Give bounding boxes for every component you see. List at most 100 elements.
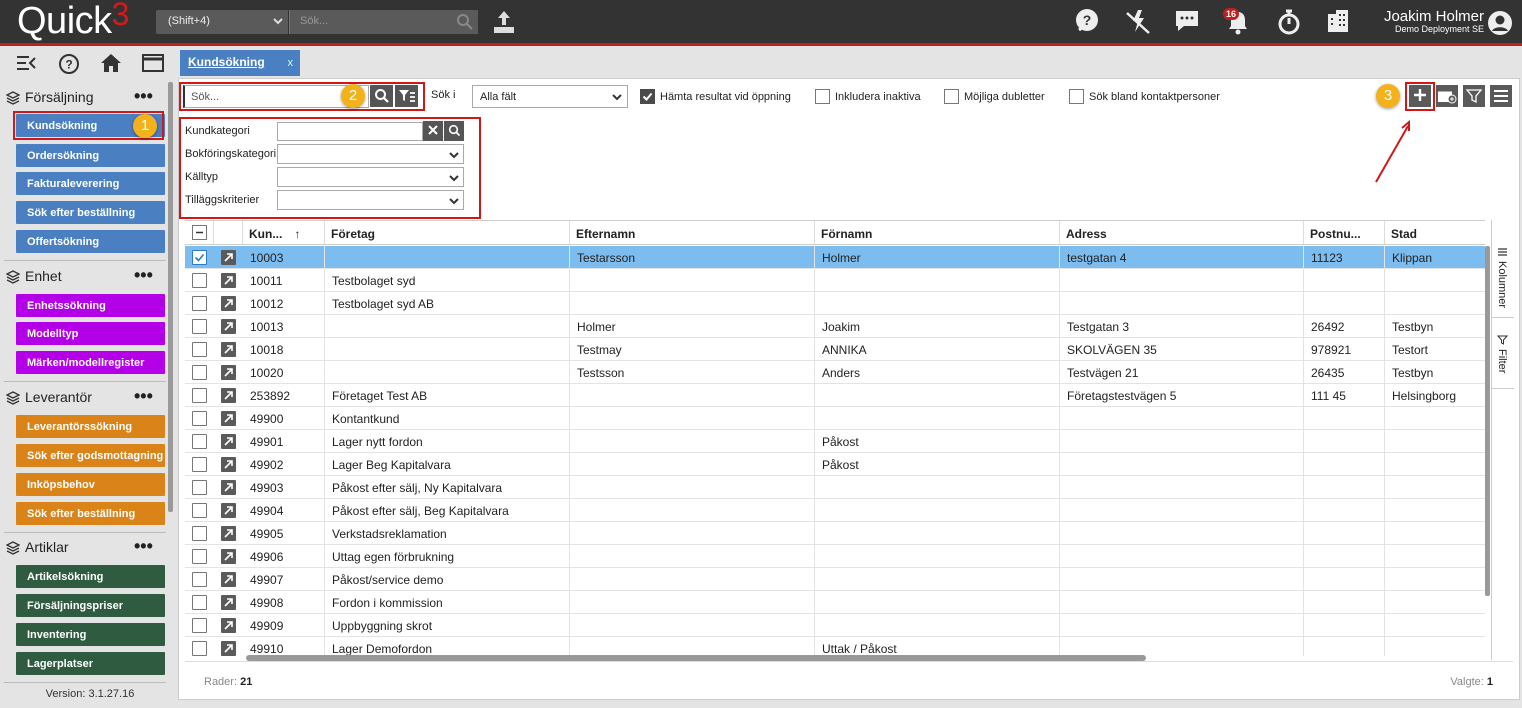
possible-duplicates-checkbox[interactable] [944,89,959,104]
row-checkbox[interactable] [192,595,207,610]
add-database-button[interactable] [1436,85,1458,107]
column-header-kundnr[interactable]: Kun... ↑ [243,221,325,245]
row-checkbox[interactable] [192,296,207,311]
open-record-icon[interactable] [221,595,236,610]
sidebar-item-inventering[interactable]: Inventering [16,623,165,646]
global-search-input[interactable]: Sök... [289,10,478,34]
table-row[interactable]: 49906 Uttag egen förbrukning [185,545,1485,568]
table-row[interactable]: 49907 Påkost/service demo [185,568,1485,591]
sidebar-item-marken-modellregister[interactable]: Märken/modellregister [16,351,165,374]
table-row[interactable]: 253892 Företaget Test AB Företagstestvägen… [185,384,1485,407]
table-row[interactable]: 49900 Kontantkund [185,407,1485,430]
row-checkbox[interactable] [192,572,207,587]
messages-icon[interactable] [1174,8,1200,34]
clear-button[interactable] [423,121,443,141]
stopwatch-icon[interactable] [1277,8,1301,36]
table-row[interactable]: 49901 Lager nytt fordon Påkost [185,430,1485,453]
sidebar-item-forsaljningspriser[interactable]: Försäljningspriser [16,594,165,617]
open-record-icon[interactable] [221,618,236,633]
table-row[interactable]: 49903 Påkost efter sälj, Ny Kapitalvara [185,476,1485,499]
more-options-icon[interactable]: ••• [134,387,153,405]
search-button[interactable] [370,85,393,107]
open-record-icon[interactable] [221,250,236,265]
add-customer-button[interactable] [1409,85,1431,107]
table-row[interactable]: 49905 Verkstadsreklamation [185,522,1485,545]
table-row[interactable]: 49904 Påkost efter sälj, Beg Kapitalvara [185,499,1485,522]
sidebar-item-offertsokning[interactable]: Offertsökning [16,230,165,253]
sidebar-item-enhetssokning[interactable]: Enhetssökning [16,294,165,317]
app-logo[interactable]: Quick3 [17,0,129,43]
menu-button[interactable] [1490,85,1512,107]
open-record-icon[interactable] [221,526,236,541]
kalltyp-select[interactable] [277,167,464,187]
column-header-efternamn[interactable]: Efternamn [570,221,815,245]
sidebar-item-fakturaleverering[interactable]: Fakturaleverering [16,172,165,195]
sidebar-item-leverantorssokning[interactable]: Leverantörssökning [16,415,165,438]
tab-close-icon[interactable]: x [288,57,294,69]
column-header-adress[interactable]: Adress [1060,221,1304,245]
open-record-icon[interactable] [221,641,236,656]
sidebar-item-lagerplatser[interactable]: Lagerplatser [16,652,165,675]
row-checkbox[interactable] [192,526,207,541]
row-checkbox[interactable] [192,319,207,334]
sidebar-scrollbar[interactable] [168,82,173,512]
row-checkbox[interactable] [192,480,207,495]
tillaggskriterier-select[interactable] [277,190,464,210]
open-record-icon[interactable] [221,388,236,403]
sidebar-item-sok-bestallning[interactable]: Sök efter beställning [16,201,165,224]
row-checkbox[interactable] [192,365,207,380]
open-record-icon[interactable] [221,411,236,426]
column-header-postnummer[interactable]: Postnu... [1304,221,1385,245]
column-header-foretag[interactable]: Företag [325,221,570,245]
include-inactive-checkbox[interactable] [815,89,830,104]
help-chat-icon[interactable]: ? [1074,8,1100,34]
kundkategori-input[interactable] [277,122,423,141]
collapse-menu-icon[interactable] [15,53,37,73]
sidebar-item-ordersokning[interactable]: Ordersökning [16,144,165,167]
more-options-icon[interactable]: ••• [134,266,153,284]
table-row[interactable]: 10018 Testmay ANNIKA SKOLVÄGEN 35 978921 Test… [185,338,1485,361]
table-row[interactable]: 49902 Lager Beg Kapitalvara Påkost [185,453,1485,476]
sidebar-section-artiklar[interactable]: Artiklar [6,539,69,556]
tab-kundsokning[interactable]: Kundsökning x [180,50,300,76]
filter-toggle-button[interactable] [395,85,418,107]
row-checkbox[interactable] [192,273,207,288]
row-checkbox[interactable] [192,342,207,357]
row-checkbox[interactable] [192,411,207,426]
filter-button[interactable] [1463,85,1485,107]
sidebar-item-inkopsbehov[interactable]: Inköpsbehov [16,473,165,496]
open-record-icon[interactable] [221,342,236,357]
column-header-stad[interactable]: Stad [1385,221,1485,245]
user-name[interactable]: Joakim Holmer Demo Deployment SE [1384,9,1484,35]
row-checkbox[interactable] [192,388,207,403]
open-record-icon[interactable] [221,273,236,288]
open-record-icon[interactable] [221,296,236,311]
row-checkbox[interactable] [192,503,207,518]
fetch-results-checkbox[interactable] [640,89,655,104]
row-checkbox[interactable] [192,549,207,564]
open-record-icon[interactable] [221,457,236,472]
open-record-icon[interactable] [221,365,236,380]
open-record-icon[interactable] [221,434,236,449]
sidebar-item-sok-bestallning-lev[interactable]: Sök efter beställning [16,502,165,525]
table-row[interactable]: 49909 Uppbyggning skrot [185,614,1485,637]
table-row[interactable]: 49908 Fordon i kommission [185,591,1485,614]
more-options-icon[interactable]: ••• [134,537,153,555]
table-row[interactable]: 49910 Lager Demofordon Uttak / Påkost [185,637,1485,656]
header-select-all[interactable] [185,221,214,245]
columns-panel-tab[interactable]: Kolumner [1492,220,1514,318]
disconnected-icon[interactable] [1124,8,1152,36]
open-record-icon[interactable] [221,480,236,495]
sidebar-section-enhet[interactable]: Enhet [6,268,62,285]
row-checkbox[interactable] [192,250,207,265]
more-options-icon[interactable]: ••• [134,87,153,105]
open-record-icon[interactable] [221,503,236,518]
search-icon[interactable] [456,13,474,31]
open-record-icon[interactable] [221,572,236,587]
row-checkbox[interactable] [192,618,207,633]
sidebar-item-artikelsokning[interactable]: Artikelsökning [16,565,165,588]
filter-panel-tab[interactable]: Filter [1492,319,1514,389]
table-row[interactable]: 10012 Testbolaget syd AB [185,292,1485,315]
row-checkbox[interactable] [192,434,207,449]
open-record-icon[interactable] [221,549,236,564]
